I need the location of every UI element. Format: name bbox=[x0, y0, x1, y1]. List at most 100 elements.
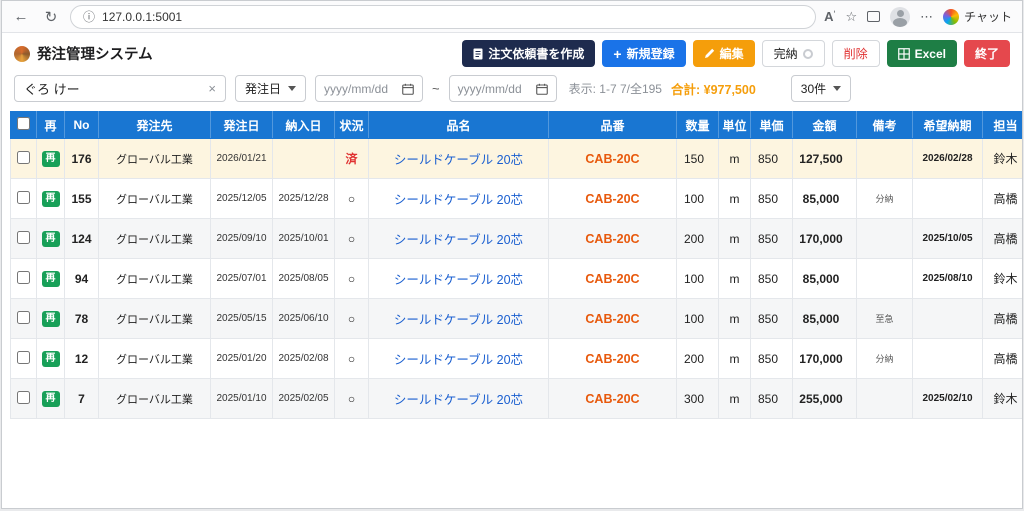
column-header: 発注先 bbox=[98, 111, 211, 139]
page-size-select[interactable]: 30件 bbox=[790, 75, 852, 102]
product-link[interactable]: シールドケーブル 20芯 bbox=[394, 393, 523, 407]
product-link[interactable]: シールドケーブル 20芯 bbox=[394, 233, 523, 247]
collections-icon[interactable] bbox=[867, 11, 881, 22]
create-order-doc-button[interactable]: 注文依頼書を作成 bbox=[462, 40, 596, 67]
excel-export-button[interactable]: Excel bbox=[886, 40, 957, 67]
column-header: No bbox=[64, 111, 99, 139]
edit-button[interactable]: 編集 bbox=[692, 40, 755, 67]
profile-avatar[interactable] bbox=[890, 6, 911, 27]
cell-reorder: 再 bbox=[36, 338, 65, 379]
cell-amount: 170,000 bbox=[792, 338, 857, 379]
product-link[interactable]: シールドケーブル 20芯 bbox=[394, 153, 523, 167]
cell-note bbox=[856, 258, 913, 299]
product-link[interactable]: シールドケーブル 20芯 bbox=[394, 193, 523, 207]
orders-table: 再 No 発注先 発注日 納入日 状況 品名 品番 数量 単位 単価 金額 備考 希望納期 担当 再 176 グ… bbox=[10, 111, 1022, 419]
date-from-input[interactable]: yyyy/mm/dd bbox=[315, 75, 424, 102]
table-row[interactable]: 再 155 グローバル工業 2025/12/05 2025/12/28 ○ シールドケーブル… bbox=[10, 178, 1022, 219]
cell-product: シールドケーブル 20芯 bbox=[368, 218, 549, 259]
row-checkbox[interactable] bbox=[17, 270, 30, 284]
chat-button[interactable]: チャット bbox=[943, 8, 1014, 25]
table-row[interactable]: 再 7 グローバル工業 2025/01/10 2025/02/05 ○ シールドケーブル 2… bbox=[10, 378, 1022, 419]
row-checkbox[interactable] bbox=[17, 310, 30, 324]
back-icon[interactable]: ← bbox=[10, 8, 32, 25]
cell-qty: 100 bbox=[676, 258, 719, 299]
table-row[interactable]: 再 176 グローバル工業 2026/01/21 済 シールドケーブル 20芯 CAB-20… bbox=[10, 138, 1022, 179]
cell-unit: m bbox=[718, 178, 751, 219]
excel-grid-icon bbox=[897, 47, 910, 60]
cell-status: 済 bbox=[334, 138, 369, 179]
column-header: 発注日 bbox=[210, 111, 273, 139]
row-checkbox[interactable] bbox=[17, 190, 30, 204]
table-row[interactable]: 再 12 グローバル工業 2025/01/20 2025/02/08 ○ シールドケーブル … bbox=[10, 338, 1022, 379]
favorite-star-icon[interactable]: ☆ bbox=[845, 9, 857, 25]
cell-note bbox=[856, 218, 913, 259]
new-entry-button[interactable]: + 新規登録 bbox=[602, 40, 686, 67]
date-to-input[interactable]: yyyy/mm/dd bbox=[448, 75, 557, 102]
cell-order_date: 2025/09/10 bbox=[210, 218, 273, 259]
cell-price: 850 bbox=[750, 218, 793, 259]
chevron-down-icon bbox=[833, 86, 842, 91]
cell-reorder: 再 bbox=[36, 218, 65, 259]
cell-product: シールドケーブル 20芯 bbox=[368, 258, 549, 299]
browser-menu-icon[interactable]: ⋯ bbox=[920, 9, 933, 25]
cell-delivery_date bbox=[272, 138, 335, 179]
browser-toolbar: ← ↻ ⓘ 127.0.0.1:5001 Aʻ ☆ ⋯ チャット bbox=[2, 1, 1022, 33]
cell-no: 176 bbox=[64, 138, 99, 179]
product-link[interactable]: シールドケーブル 20芯 bbox=[394, 313, 523, 327]
range-separator: ~ bbox=[432, 81, 440, 96]
cell-delivery_date: 2025/02/08 bbox=[272, 338, 335, 379]
app-title: 発注管理システム bbox=[14, 43, 153, 64]
table-row[interactable]: 再 94 グローバル工業 2025/07/01 2025/08/05 ○ シールドケーブル … bbox=[10, 258, 1022, 299]
product-link[interactable]: シールドケーブル 20芯 bbox=[394, 273, 523, 287]
table-row[interactable]: 再 78 グローバル工業 2025/05/15 2025/06/10 ○ シールドケーブル … bbox=[10, 298, 1022, 339]
product-link[interactable]: シールドケーブル 20芯 bbox=[394, 353, 523, 367]
cell-select bbox=[10, 258, 37, 299]
row-checkbox[interactable] bbox=[17, 390, 30, 404]
cell-unit: m bbox=[718, 218, 751, 259]
search-input[interactable]: ぐろ けー × bbox=[14, 75, 226, 102]
cell-part: CAB-20C bbox=[548, 378, 677, 419]
cell-delivery_date: 2025/06/10 bbox=[272, 298, 335, 339]
cell-select bbox=[10, 338, 37, 379]
cell-part: CAB-20C bbox=[548, 298, 677, 339]
cell-qty: 100 bbox=[676, 178, 719, 219]
row-checkbox[interactable] bbox=[17, 230, 30, 244]
cell-price: 850 bbox=[750, 258, 793, 299]
row-checkbox[interactable] bbox=[17, 150, 30, 164]
cell-amount: 85,000 bbox=[792, 298, 857, 339]
cell-part: CAB-20C bbox=[548, 258, 677, 299]
cell-status: ○ bbox=[334, 178, 369, 219]
cell-status: ○ bbox=[334, 338, 369, 379]
column-header: 希望納期 bbox=[912, 111, 983, 139]
column-header: 備考 bbox=[856, 111, 913, 139]
cell-no: 124 bbox=[64, 218, 99, 259]
clear-search-icon[interactable]: × bbox=[208, 81, 216, 96]
cell-amount: 85,000 bbox=[792, 178, 857, 219]
browser-actions: Aʻ ☆ ⋯ チャット bbox=[824, 6, 1014, 27]
cell-desired bbox=[912, 178, 983, 219]
site-info-icon[interactable]: ⓘ bbox=[83, 8, 95, 25]
select-all-checkbox[interactable] bbox=[17, 117, 30, 130]
row-checkbox[interactable] bbox=[17, 350, 30, 364]
address-bar[interactable]: ⓘ 127.0.0.1:5001 bbox=[70, 4, 817, 29]
chevron-down-icon bbox=[288, 86, 297, 91]
exit-button[interactable]: 終了 bbox=[963, 40, 1010, 67]
read-aloud-icon[interactable]: Aʻ bbox=[824, 9, 835, 24]
cell-supplier: グローバル工業 bbox=[98, 178, 211, 219]
table-row[interactable]: 再 124 グローバル工業 2025/09/10 2025/10/01 ○ シールドケーブル… bbox=[10, 218, 1022, 259]
complete-button[interactable]: 完納 bbox=[761, 40, 825, 67]
cell-status: ○ bbox=[334, 378, 369, 419]
reorder-badge: 再 bbox=[41, 311, 60, 327]
cell-qty: 200 bbox=[676, 338, 719, 379]
cell-person: 高橋 bbox=[982, 338, 1022, 379]
cell-price: 850 bbox=[750, 378, 793, 419]
cell-qty: 300 bbox=[676, 378, 719, 419]
reorder-badge: 再 bbox=[41, 231, 60, 247]
cell-person: 高橋 bbox=[982, 178, 1022, 219]
table-head-row: 再 No 発注先 発注日 納入日 状況 品名 品番 数量 単位 単価 金額 備考 希望納期 担当 bbox=[10, 111, 1022, 139]
date-field-select[interactable]: 発注日 bbox=[235, 75, 307, 102]
cell-price: 850 bbox=[750, 138, 793, 179]
refresh-icon[interactable]: ↻ bbox=[40, 8, 62, 26]
cell-note: 分納 bbox=[856, 178, 913, 219]
delete-button[interactable]: 削除 bbox=[831, 40, 880, 67]
